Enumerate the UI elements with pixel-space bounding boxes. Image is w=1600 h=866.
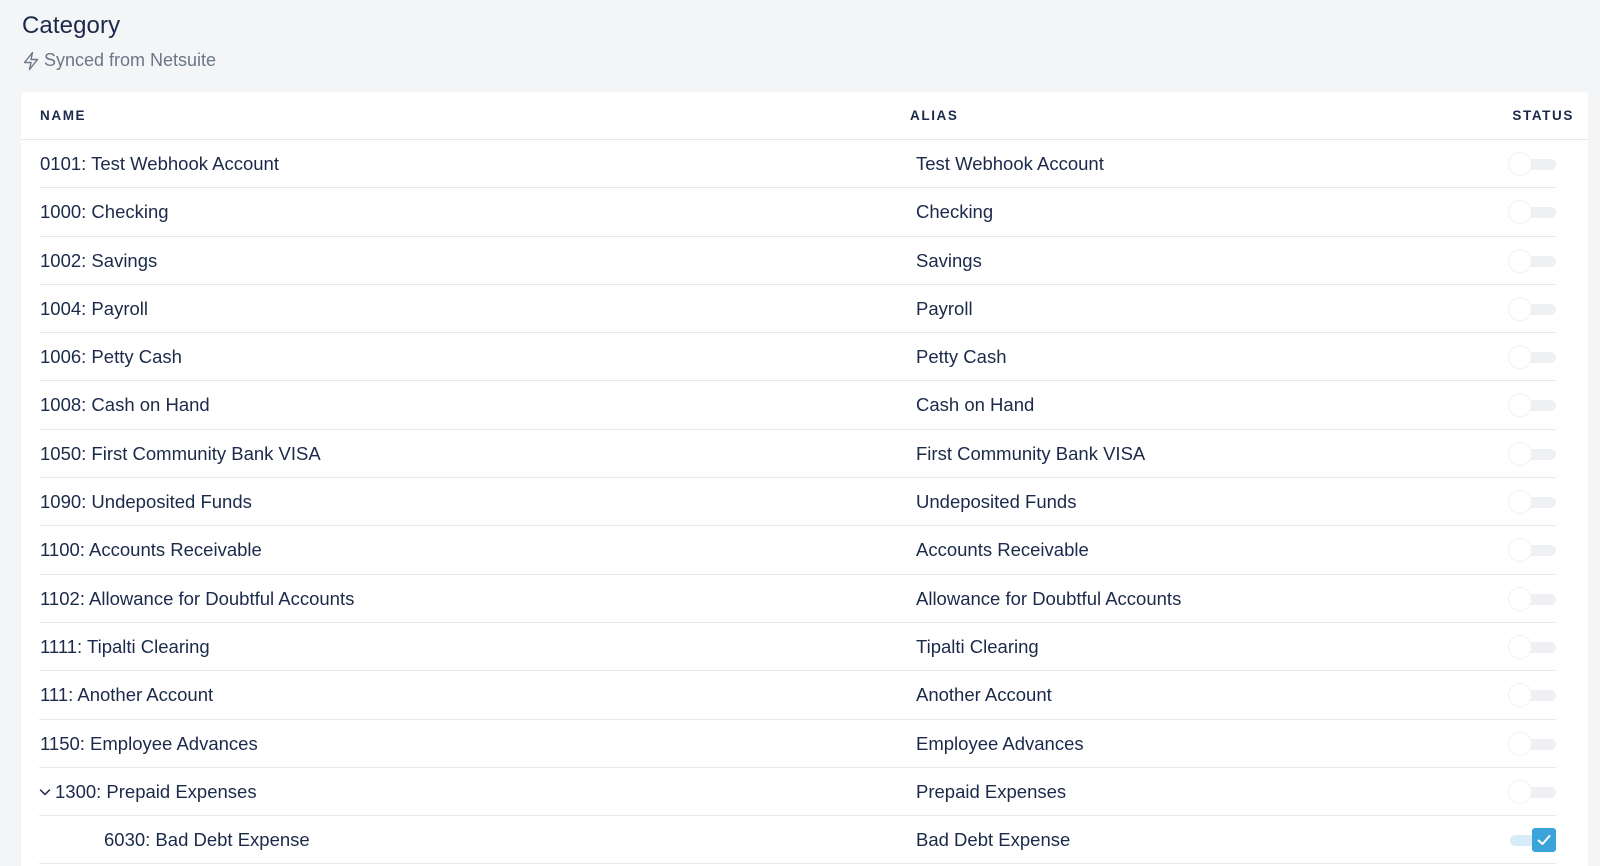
category-alias[interactable]: Bad Debt Expense — [916, 829, 1070, 851]
category-alias[interactable]: Payroll — [916, 298, 973, 320]
status-toggle[interactable] — [1508, 586, 1558, 611]
category-alias[interactable]: Tipalti Clearing — [916, 636, 1039, 658]
table-row: 111: Another Account Another Account — [39, 671, 1558, 720]
category-name: 1300: Prepaid Expenses — [55, 780, 257, 802]
category-alias[interactable]: Checking — [916, 201, 993, 223]
category-alias[interactable]: Allowance for Doubtful Accounts — [916, 588, 1181, 610]
table-row: 1050: First Community Bank VISA First Co… — [39, 430, 1558, 479]
table-header: NAME ALIAS STATUS — [21, 92, 1588, 140]
category-alias[interactable]: Petty Cash — [916, 346, 1007, 368]
category-name: 1111: Tipalti Clearing — [40, 635, 210, 657]
status-toggle[interactable] — [1508, 490, 1558, 515]
status-toggle[interactable] — [1508, 441, 1558, 466]
chevron-down-icon[interactable] — [38, 785, 52, 799]
status-toggle[interactable] — [1508, 779, 1558, 804]
category-name: 1008: Cash on Hand — [40, 394, 210, 416]
category-name: 0101: Test Webhook Account — [40, 153, 279, 174]
page-title: Category — [22, 12, 121, 39]
status-toggle[interactable] — [1508, 200, 1558, 225]
table-body: 0101: Test Webhook Account Test Webhook … — [21, 140, 1588, 865]
column-header-name[interactable]: NAME — [40, 108, 86, 123]
category-alias[interactable]: Another Account — [916, 684, 1052, 706]
status-toggle[interactable] — [1508, 345, 1558, 370]
category-name-group: 1300: Prepaid Expenses — [38, 781, 257, 803]
status-toggle[interactable] — [1508, 393, 1558, 418]
category-alias[interactable]: Cash on Hand — [916, 394, 1034, 416]
sync-status-text: Synced from Netsuite — [44, 50, 217, 70]
table-row-child: 6030: Bad Debt Expense Bad Debt Expense — [39, 816, 1558, 865]
category-alias[interactable]: Undeposited Funds — [916, 491, 1076, 513]
status-toggle[interactable] — [1508, 248, 1558, 273]
category-alias[interactable]: Test Webhook Account — [916, 153, 1104, 175]
table-row: 1090: Undeposited Funds Undeposited Fund… — [39, 478, 1558, 527]
category-name: 1050: First Community Bank VISA — [40, 442, 321, 464]
status-toggle[interactable] — [1508, 828, 1558, 853]
sync-status: Synced from Netsuite — [22, 50, 216, 71]
category-alias[interactable]: First Community Bank VISA — [916, 443, 1145, 465]
status-toggle[interactable] — [1508, 634, 1558, 659]
category-name: 1100: Accounts Receivable — [40, 539, 262, 561]
category-alias[interactable]: Savings — [916, 250, 982, 272]
category-alias[interactable]: Accounts Receivable — [916, 539, 1089, 561]
column-header-alias[interactable]: ALIAS — [910, 108, 959, 123]
category-alias[interactable]: Employee Advances — [916, 733, 1084, 755]
category-name: 1102: Allowance for Doubtful Accounts — [40, 587, 355, 609]
category-name: 1006: Petty Cash — [40, 346, 182, 368]
table-row: 1004: Payroll Payroll — [39, 285, 1558, 334]
category-name: 111: Another Account — [40, 684, 214, 706]
table-row: 1000: Checking Checking — [39, 188, 1558, 237]
category-name: 1000: Checking — [40, 201, 169, 223]
category-name: 1002: Savings — [40, 249, 158, 271]
category-name: 6030: Bad Debt Expense — [104, 829, 310, 851]
table-row-parent: 1300: Prepaid Expenses Prepaid Expenses — [38, 768, 1558, 817]
status-toggle[interactable] — [1508, 296, 1558, 321]
table-row: 1002: Savings Savings — [39, 237, 1556, 285]
category-alias[interactable]: Prepaid Expenses — [916, 781, 1066, 803]
table-row: 1006: Petty Cash Petty Cash — [39, 333, 1558, 382]
check-icon — [1532, 828, 1556, 853]
status-toggle[interactable] — [1508, 152, 1558, 176]
category-table: NAME ALIAS STATUS 0101: Test Webhook Acc… — [21, 92, 1588, 866]
category-name: 1090: Undeposited Funds — [40, 491, 252, 513]
table-row: 1008: Cash on Hand Cash on Hand — [39, 381, 1558, 430]
table-row: 0101: Test Webhook Account Test Webhook … — [39, 140, 1558, 189]
status-toggle[interactable] — [1508, 731, 1558, 756]
table-row: 1111: Tipalti Clearing Tipalti Clearing — [39, 623, 1558, 672]
category-name: 1150: Employee Advances — [40, 732, 258, 754]
status-toggle[interactable] — [1508, 683, 1558, 708]
category-name: 1004: Payroll — [40, 297, 148, 319]
table-row: 1150: Employee Advances Employee Advance… — [39, 720, 1556, 768]
status-toggle[interactable] — [1508, 538, 1558, 563]
table-row: 1102: Allowance for Doubtful Accounts Al… — [39, 575, 1556, 623]
lightning-icon — [22, 51, 40, 71]
column-header-status[interactable]: STATUS — [1512, 108, 1574, 123]
table-row: 1100: Accounts Receivable Accounts Recei… — [39, 526, 1558, 575]
